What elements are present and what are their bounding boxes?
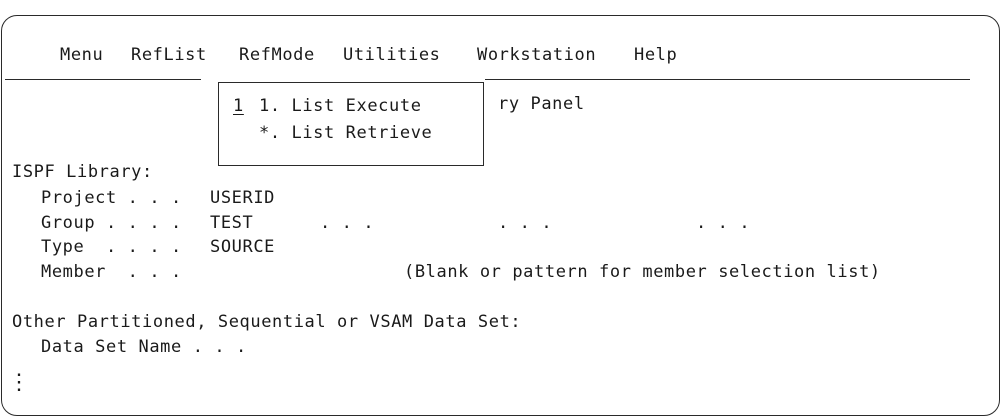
dataset-name-field[interactable] [250, 336, 850, 358]
project-field[interactable]: USERID [210, 187, 275, 209]
menu-item-menu[interactable]: Menu [60, 44, 103, 66]
type-field[interactable]: SOURCE [210, 236, 275, 258]
member-field[interactable] [210, 261, 380, 283]
group-separator-3: . . . [696, 213, 751, 233]
menu-separator-right [485, 79, 970, 80]
popup-option-list-retrieve[interactable]: *. List Retrieve [259, 122, 432, 144]
group-separator-2: . . . [498, 213, 553, 233]
menu-separator-left [5, 79, 201, 80]
panel-title-fragment: ry Panel [498, 94, 585, 114]
group-label: Group . . . . [41, 213, 182, 233]
project-label: Project . . . [41, 188, 182, 208]
menu-item-help[interactable]: Help [634, 44, 677, 66]
group-separator-1: . . . [320, 213, 375, 233]
continuation-marker: ⋮ [8, 370, 30, 395]
menu-item-utilities[interactable]: Utilities [343, 44, 441, 66]
dataset-name-label: Data Set Name . . . [41, 337, 247, 357]
menu-item-reflist[interactable]: RefList [131, 44, 207, 66]
terminal-screen: Menu RefList RefMode Utilities Workstati… [1, 15, 1000, 416]
menu-item-workstation[interactable]: Workstation [477, 44, 596, 66]
other-dataset-label: Other Partitioned, Sequential or VSAM Da… [12, 312, 522, 332]
member-label: Member . . . [41, 262, 182, 282]
popup-option-input[interactable]: 1 [233, 95, 244, 117]
menu-item-refmode[interactable]: RefMode [239, 44, 315, 66]
ispf-library-label: ISPF Library: [12, 162, 153, 182]
popup-option-list-execute[interactable]: 1. List Execute [259, 95, 422, 117]
type-label: Type . . . . [41, 237, 182, 257]
group-field[interactable]: TEST [210, 212, 253, 234]
refmode-popup: 1 1. List Execute *. List Retrieve [218, 82, 484, 166]
member-hint: (Blank or pattern for member selection l… [404, 262, 881, 282]
